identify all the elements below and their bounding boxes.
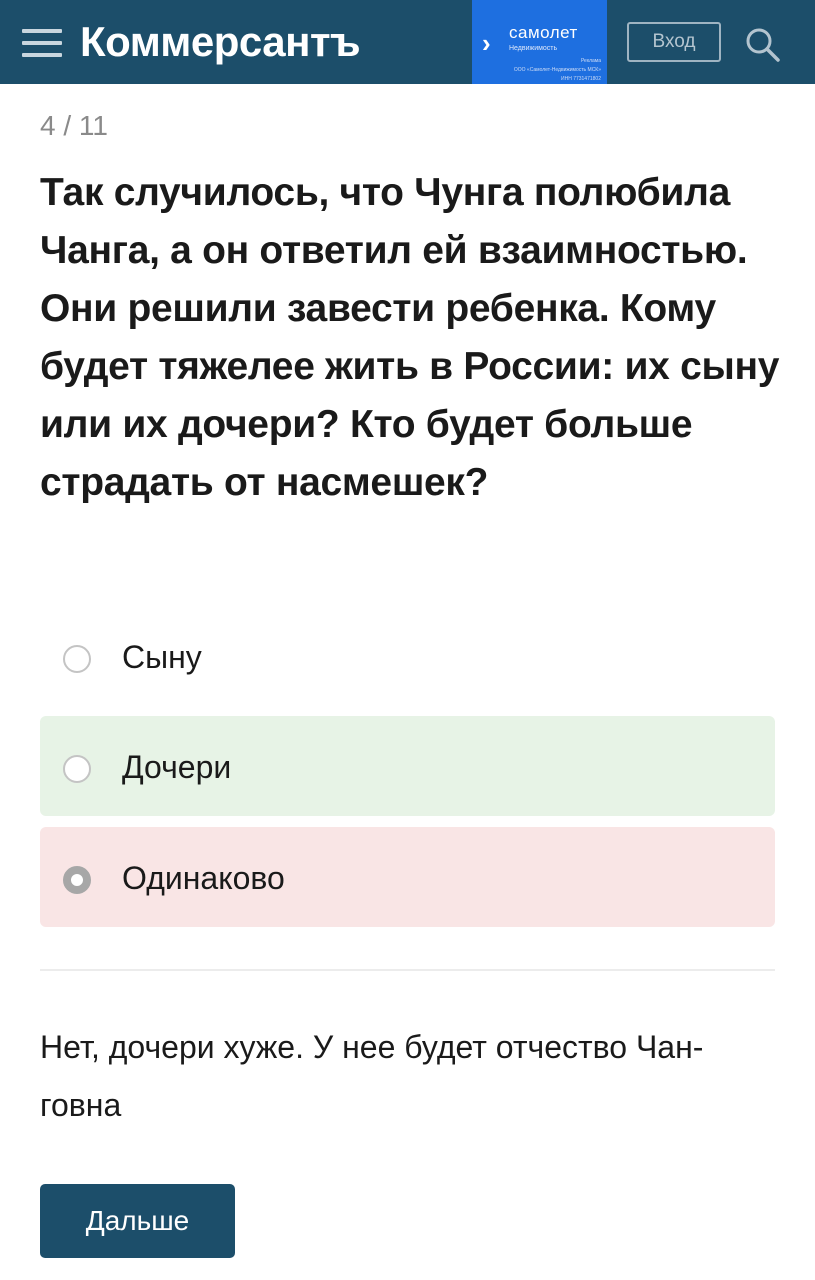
- divider: [40, 969, 775, 971]
- menu-line: [22, 53, 62, 57]
- search-icon-graphic: [746, 28, 780, 62]
- option-label: Одинаково: [122, 860, 285, 896]
- site-logo[interactable]: Коммерсантъ: [80, 16, 361, 68]
- ad-inn: ИНН 7731471802: [560, 76, 601, 82]
- question-counter: 4 / 11: [40, 110, 108, 141]
- option-daughter[interactable]: Дочери: [40, 716, 775, 816]
- menu-line: [22, 41, 62, 45]
- ad-disclaimer-label: Реклама: [580, 58, 601, 64]
- option-son[interactable]: Сыну: [40, 606, 775, 706]
- question-text: Так случилось, что Чунга полюбила Чанга,…: [40, 171, 780, 504]
- radio-selected-icon[interactable]: [63, 866, 91, 894]
- ad-title: самолет: [509, 23, 578, 42]
- menu-line: [22, 29, 62, 33]
- site-header: Коммерсантъ › самолет Недвижимость Рекла…: [0, 0, 815, 84]
- answer-explanation: Нет, дочери хуже. У нее будет отчество Ч…: [40, 1029, 704, 1123]
- ad-banner[interactable]: › самолет Недвижимость Реклама ООО «Само…: [472, 0, 607, 84]
- option-label: Сыну: [122, 639, 202, 675]
- chevron-right-icon: ›: [482, 28, 491, 58]
- radio-icon[interactable]: [63, 645, 91, 673]
- hamburger-menu-icon[interactable]: [22, 29, 62, 57]
- ad-subtitle: Недвижимость: [509, 45, 558, 52]
- option-equally[interactable]: Одинаково: [40, 827, 775, 927]
- search-icon[interactable]: [742, 24, 782, 64]
- radio-icon[interactable]: [63, 755, 91, 783]
- next-button[interactable]: Дальше: [40, 1184, 235, 1258]
- option-label: Дочери: [122, 749, 232, 785]
- ad-advertiser: ООО «Самолет-Недвижимость МСК»: [513, 67, 601, 73]
- login-button[interactable]: Вход: [627, 22, 721, 62]
